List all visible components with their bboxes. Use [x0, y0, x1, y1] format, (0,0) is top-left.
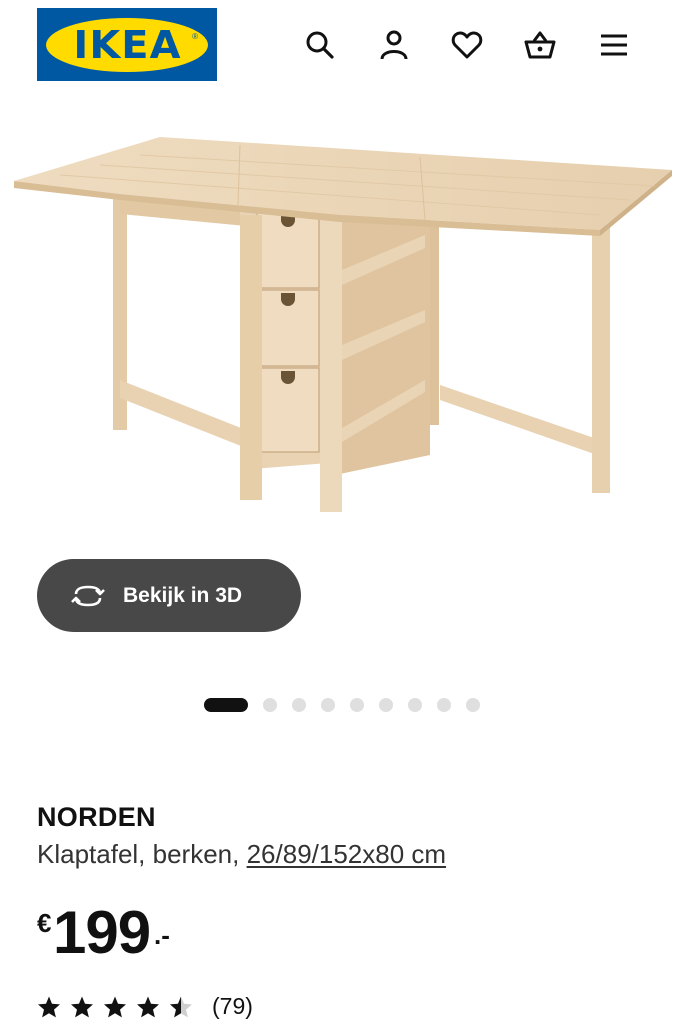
star-half-icon [170, 996, 192, 1017]
product-description: Klaptafel, berken, 26/89/152x80 cm [37, 839, 446, 870]
carousel-dot[interactable] [466, 698, 480, 712]
logo-oval: IKEA ® [46, 17, 208, 72]
search-icon [306, 31, 334, 59]
rotate-3d-icon [71, 585, 105, 606]
star-full-icon [71, 996, 93, 1017]
star-full-icon [137, 996, 159, 1017]
user-icon [380, 30, 408, 60]
image-carousel-indicators [204, 697, 495, 713]
carousel-dot[interactable] [292, 698, 306, 712]
product-type: Klaptafel, berken, [37, 839, 240, 869]
price-suffix: .- [154, 920, 170, 950]
site-header: IKEA ® [0, 0, 687, 95]
ikea-logo[interactable]: IKEA ® [37, 8, 217, 81]
product-rating[interactable]: (79) [37, 993, 253, 1020]
basket-button[interactable] [518, 23, 562, 67]
carousel-dot[interactable] [379, 698, 393, 712]
basket-icon [524, 31, 556, 59]
carousel-dot[interactable] [437, 698, 451, 712]
logo-text: IKEA [72, 22, 182, 67]
heart-icon [451, 31, 483, 59]
search-button[interactable] [298, 23, 342, 67]
wishlist-button[interactable] [445, 23, 489, 67]
price-currency: € [37, 908, 52, 938]
logo-registered-mark: ® [192, 31, 198, 41]
menu-icon [601, 34, 627, 56]
product-image[interactable] [0, 110, 687, 570]
star-full-icon [38, 996, 60, 1017]
carousel-dot-active[interactable] [204, 698, 248, 712]
product-dimensions-link[interactable]: 26/89/152x80 cm [247, 839, 446, 869]
carousel-dot[interactable] [321, 698, 335, 712]
view-3d-label: Bekijk in 3D [123, 583, 243, 607]
menu-button[interactable] [592, 23, 636, 67]
product-name: NORDEN [37, 802, 156, 832]
view-3d-button[interactable]: Bekijk in 3D [37, 559, 301, 632]
carousel-dot[interactable] [263, 698, 277, 712]
star-full-icon [104, 996, 126, 1017]
carousel-dot[interactable] [350, 698, 364, 712]
price-amount: 199 [53, 899, 151, 966]
review-count: (79) [212, 993, 253, 1019]
account-button[interactable] [372, 23, 416, 67]
carousel-dot[interactable] [408, 698, 422, 712]
